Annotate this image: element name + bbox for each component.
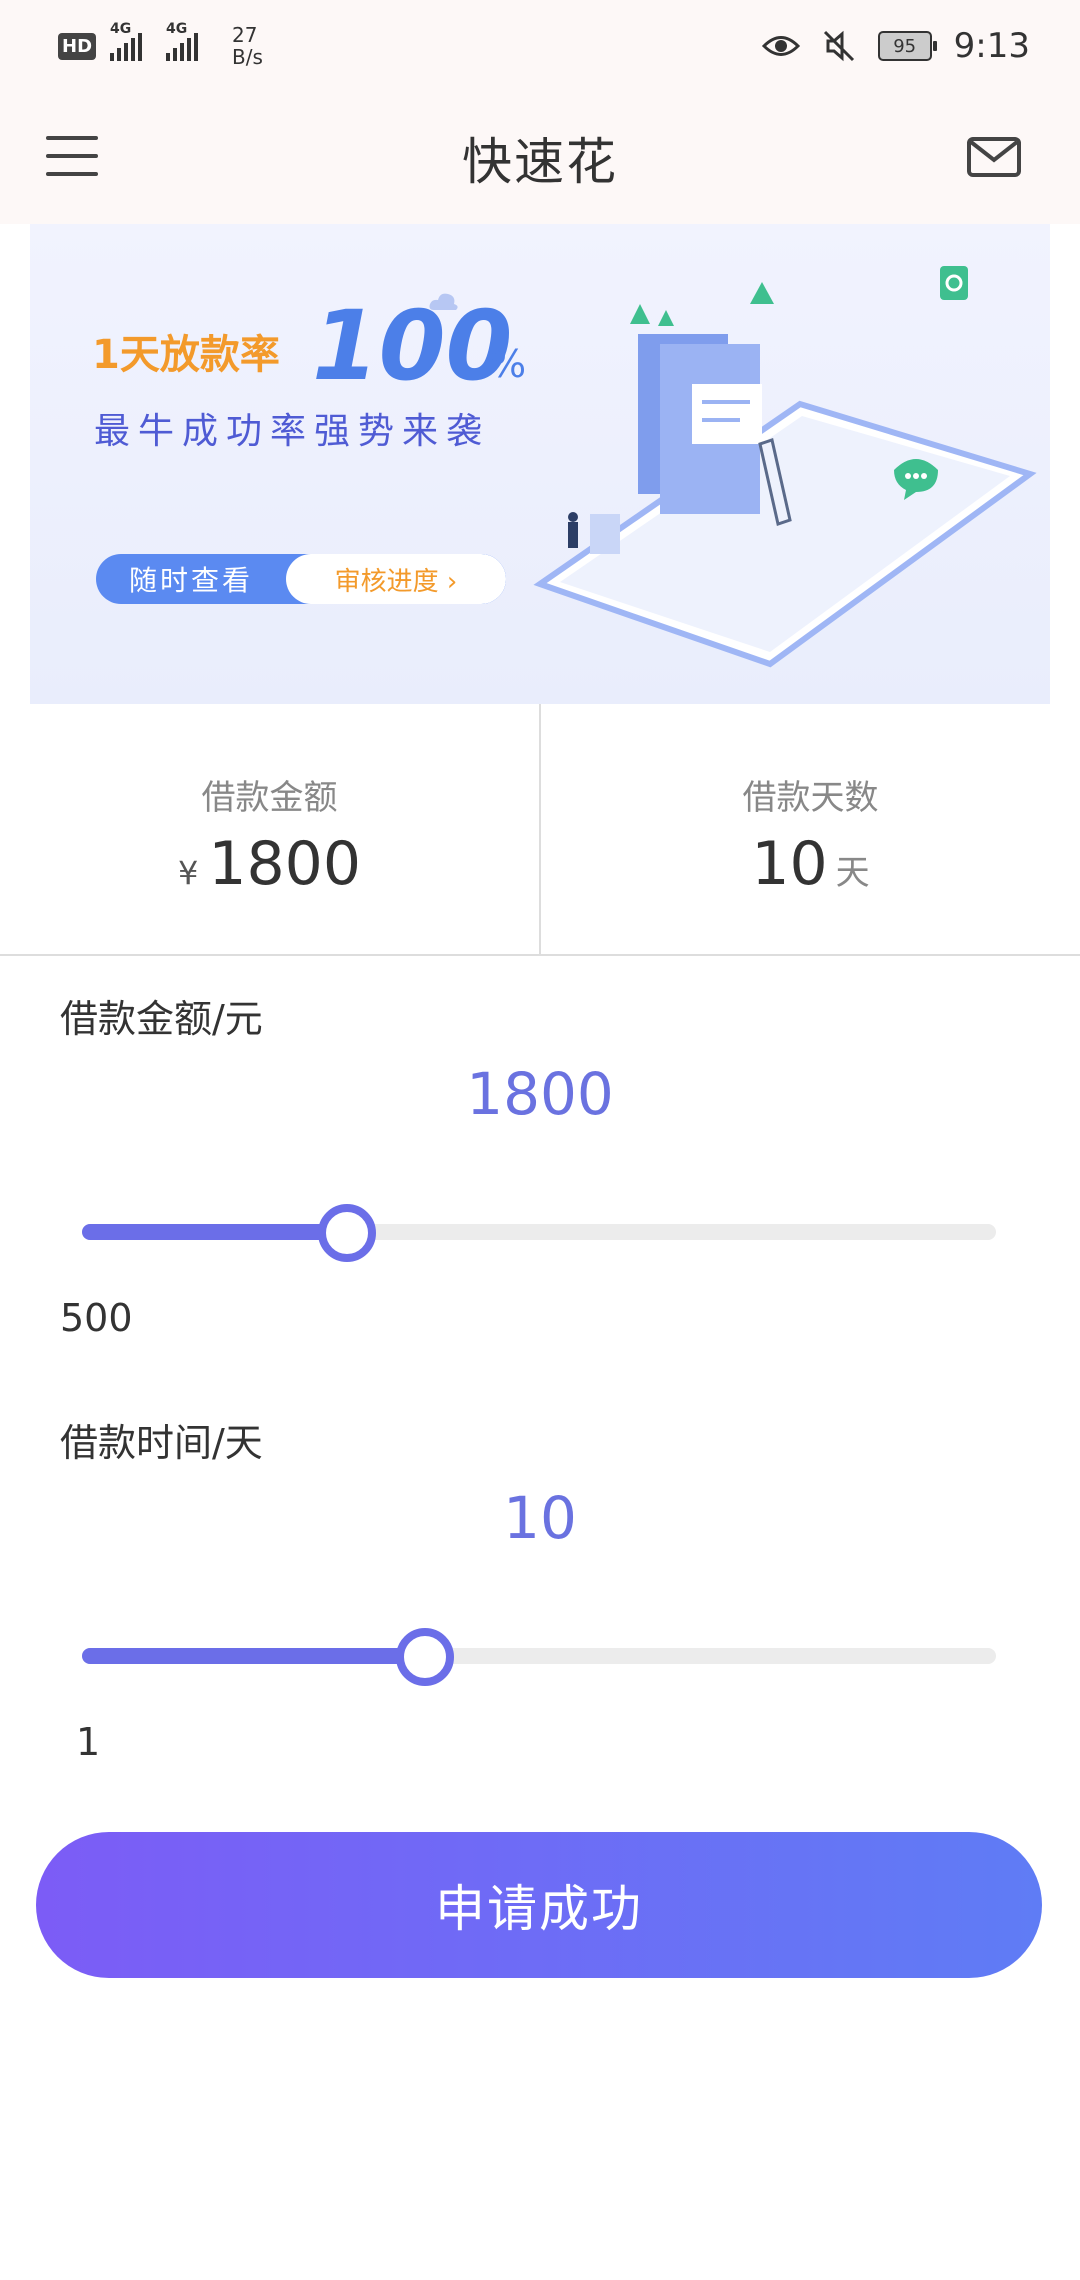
pill-left-label: 随时查看 [128,564,253,597]
battery-icon: 95 [877,31,937,61]
days-summary-unit: 天 [835,853,870,893]
banner-subheadline: 最牛成功率强势来袭 [94,411,491,452]
days-slider-value: 10 [503,1484,577,1552]
cloud-icon [429,293,458,310]
loan-summary: 借款金额 ¥ 1800 借款天数 10 天 [0,704,1080,956]
days-slider-track[interactable] [82,1628,996,1686]
days-summary-label: 借款天数 [742,778,879,818]
clock: 9:13 [953,26,1030,66]
amount-slider-label: 借款金额/元 [60,997,263,1041]
status-left: HD 4G 4G 27 B/s [58,21,263,69]
banner-headline: 1天放款率 [92,332,280,378]
page-title: 快速花 [462,133,618,191]
network-speed: 27 B/s [232,23,263,69]
amount-slider-value: 1800 [466,1060,614,1128]
app-bar: 快速花 [0,92,1080,224]
phone-illustration [533,266,1037,668]
currency-symbol: ¥ [177,854,199,892]
eye-icon [761,36,800,56]
amount-slider-fill [82,1224,348,1240]
days-slider-knob[interactable] [395,1628,454,1686]
amount-summary-label: 借款金额 [201,778,338,818]
mail-icon[interactable] [966,136,1022,178]
menu-icon[interactable] [46,136,98,176]
mute-icon [823,30,854,62]
review-progress-pill[interactable]: 随时查看 审核进度 › [96,554,506,604]
amount-slider-min: 500 [60,1296,133,1340]
amount-summary: 借款金额 ¥ 1800 [0,704,539,954]
days-slider-min: 1 [76,1720,101,1764]
days-summary-value: 10 [751,829,828,899]
days-slider-section: 借款时间/天 10 1 [0,1378,1080,1778]
amount-slider-track[interactable] [82,1204,996,1262]
banner-big-number: 100 [312,290,513,402]
amount-summary-value: 1800 [208,829,362,899]
apply-button[interactable]: 申请成功 [36,1832,1042,1978]
days-slider-label: 借款时间/天 [60,1421,263,1465]
amount-slider-section: 借款金额/元 1800 500 [0,954,1080,1354]
hd-badge: HD [58,32,97,60]
review-progress-button[interactable]: 审核进度 › [286,554,506,604]
status-right: 95 9:13 [761,26,1030,66]
days-slider-fill [82,1648,425,1664]
signal-icon: 4G [166,21,199,61]
signal-icon: 4G [110,21,143,61]
days-summary: 借款天数 10 天 [539,704,1080,954]
status-bar: HD 4G 4G 27 B/s 95 9:13 [0,0,1080,92]
promo-banner[interactable]: 1天放款率 100 % 最牛成功率强势来袭 随时查看 审核进度 › [30,224,1050,704]
amount-slider-knob[interactable] [318,1204,377,1262]
